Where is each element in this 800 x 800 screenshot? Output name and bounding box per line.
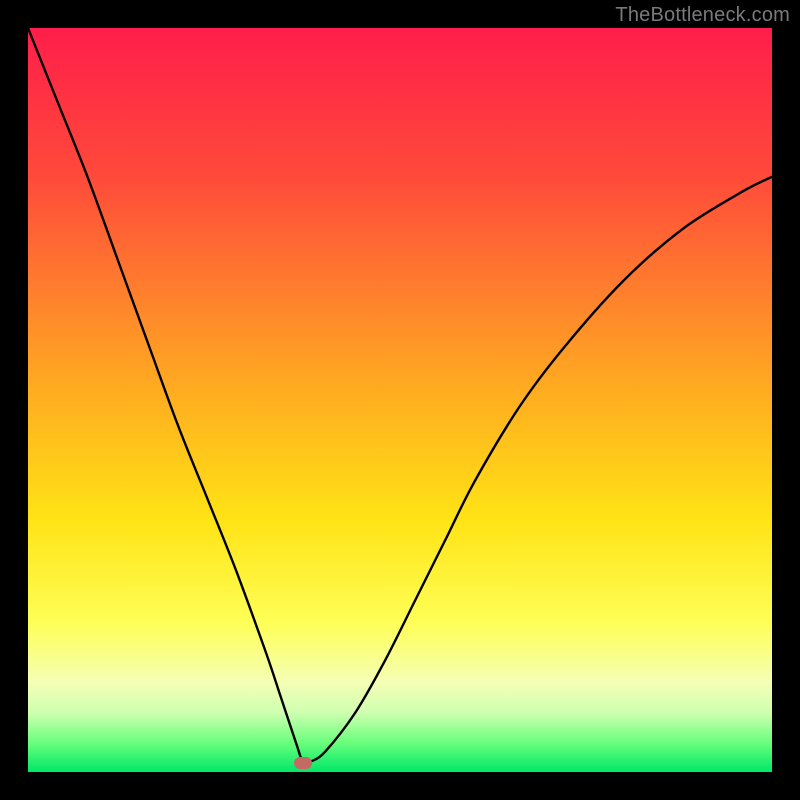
- plot-area: [28, 28, 772, 772]
- bottleneck-curve: [28, 28, 772, 772]
- chart-frame: TheBottleneck.com: [0, 0, 800, 800]
- optimal-point-marker: [294, 757, 312, 769]
- watermark-label: TheBottleneck.com: [615, 4, 790, 27]
